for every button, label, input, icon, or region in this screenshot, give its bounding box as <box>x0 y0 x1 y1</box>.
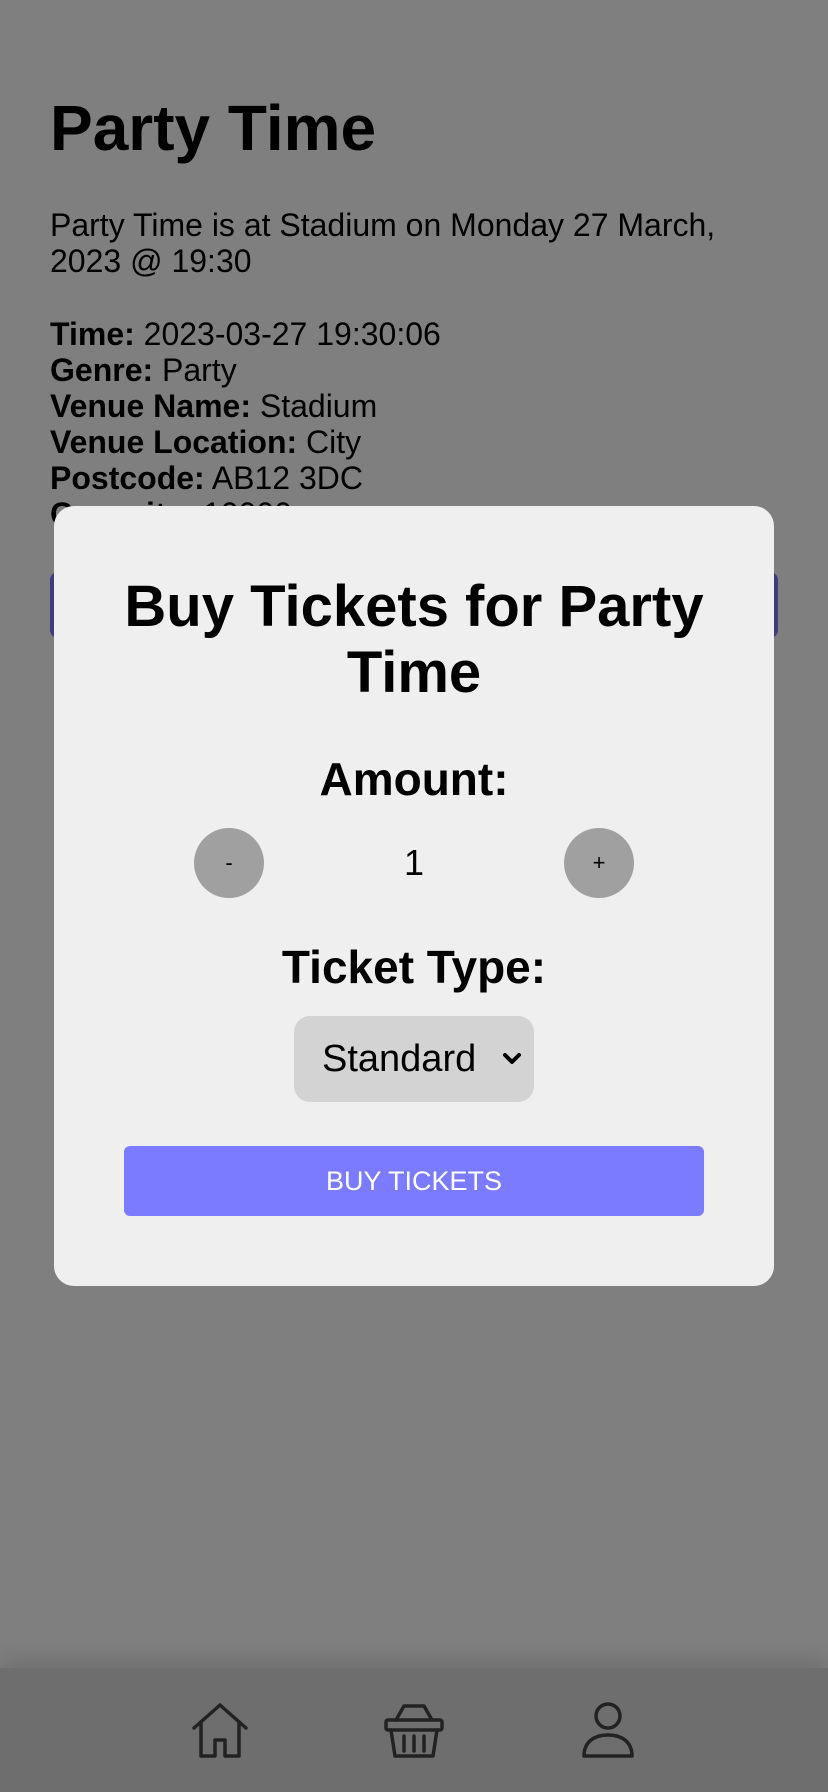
decrement-button[interactable]: - <box>194 828 264 898</box>
buy-tickets-button[interactable]: BUY TICKETS <box>124 1146 704 1216</box>
buy-tickets-modal: Buy Tickets for Party Time Amount: - 1 +… <box>54 506 774 1286</box>
chevron-down-icon <box>498 1045 526 1073</box>
ticket-type-label: Ticket Type: <box>281 941 547 993</box>
ticket-type-selected: Standard <box>322 1038 477 1080</box>
ticket-type-select[interactable]: Standard <box>294 1016 534 1102</box>
amount-label: Amount: <box>319 753 509 805</box>
increment-button[interactable]: + <box>564 828 634 898</box>
modal-title: Buy Tickets for Party Time <box>124 574 704 705</box>
amount-value: 1 <box>403 842 425 883</box>
